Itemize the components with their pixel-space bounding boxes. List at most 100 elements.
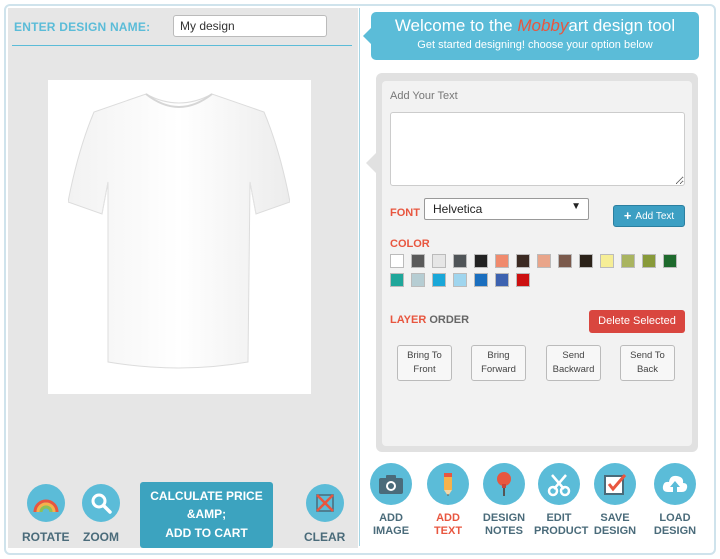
text-editor-panel: Add Your Text FONT Helvetica ▼ + Add Tex… <box>366 73 698 452</box>
color-swatch[interactable] <box>663 254 677 268</box>
design-notes-label: DESIGN NOTES <box>479 512 529 538</box>
text-input-area[interactable] <box>390 112 685 186</box>
layer-label-part2: ORDER <box>426 314 470 326</box>
bring-forward-line2: Forward <box>481 364 516 375</box>
send-to-back-line1: Send To <box>630 350 665 361</box>
color-swatch[interactable] <box>474 254 488 268</box>
add-image-button[interactable]: ADD IMAGE <box>366 463 416 538</box>
brand-name: Mobby <box>517 16 569 35</box>
rotate-button[interactable]: ROTATE <box>22 484 70 544</box>
divider-line <box>12 45 352 46</box>
color-swatch[interactable] <box>642 254 656 268</box>
color-swatch[interactable] <box>474 273 488 287</box>
layer-label-part1: LAYER <box>390 314 427 326</box>
welcome-title-post: art design tool <box>568 16 676 35</box>
load-design-label-2: DESIGN <box>653 525 697 537</box>
color-swatch[interactable] <box>495 254 509 268</box>
color-swatch[interactable] <box>453 273 467 287</box>
design-notes-label-1: DESIGN <box>482 512 526 524</box>
font-label: FONT <box>390 207 420 219</box>
welcome-banner: Welcome to the Mobbyart design tool Get … <box>363 12 699 60</box>
zoom-label: ZOOM <box>83 530 119 544</box>
send-backward-line2: Backward <box>552 364 595 375</box>
font-selected-value: Helvetica <box>433 202 483 216</box>
add-text-tool-label-2: TEXT <box>433 525 463 537</box>
color-swatch[interactable] <box>453 254 467 268</box>
welcome-title-pre: Welcome to the <box>394 16 518 35</box>
color-swatch[interactable] <box>516 273 530 287</box>
rotate-icon <box>26 484 65 522</box>
design-canvas[interactable] <box>48 80 311 394</box>
add-text-button-label: Add Text <box>635 210 675 222</box>
text-editor-body: Add Your Text FONT Helvetica ▼ + Add Tex… <box>382 81 692 446</box>
bring-forward-button[interactable]: Bring Forward <box>471 345 526 381</box>
design-notes-button[interactable]: DESIGN NOTES <box>479 463 529 538</box>
color-swatch[interactable] <box>537 254 551 268</box>
clear-label: CLEAR <box>304 530 346 544</box>
add-text-tool-button[interactable]: ADD TEXT <box>423 463 473 538</box>
tshirt-image <box>68 93 290 369</box>
design-notes-label-2: NOTES <box>485 525 523 537</box>
color-label: COLOR <box>390 238 430 250</box>
pencil-icon <box>427 463 469 505</box>
cloud-upload-icon <box>654 463 696 505</box>
pushpin-icon <box>483 463 525 505</box>
add-text-button[interactable]: + Add Text <box>613 205 685 227</box>
save-design-label: SAVE DESIGN <box>590 512 640 538</box>
load-design-label: LOAD DESIGN <box>650 512 700 538</box>
color-swatch[interactable] <box>621 254 635 268</box>
design-canvas-panel: ENTER DESIGN NAME: ROTATE <box>8 8 358 548</box>
bring-to-front-line2: Front <box>413 364 436 375</box>
add-image-label-2: IMAGE <box>372 525 410 537</box>
dropdown-arrow-icon: ▼ <box>571 201 581 212</box>
save-design-button[interactable]: SAVE DESIGN <box>590 463 640 538</box>
load-design-button[interactable]: LOAD DESIGN <box>650 463 700 538</box>
welcome-subtitle: Get started designing! choose your optio… <box>417 39 653 51</box>
magnifier-icon <box>82 484 120 522</box>
color-swatch[interactable] <box>516 254 530 268</box>
add-image-label: ADD IMAGE <box>366 512 416 538</box>
bring-to-front-button[interactable]: Bring To Front <box>397 345 452 381</box>
edit-product-label-1: EDIT <box>546 512 572 524</box>
rotate-label: ROTATE <box>22 530 70 544</box>
color-swatch[interactable] <box>432 273 446 287</box>
color-swatch[interactable] <box>390 273 404 287</box>
color-swatch[interactable] <box>411 273 425 287</box>
calc-line-3: ADD TO CART <box>165 526 248 540</box>
color-swatch[interactable] <box>579 254 593 268</box>
checkbox-icon <box>594 463 636 505</box>
clear-button[interactable]: CLEAR <box>304 484 345 544</box>
load-design-label-1: LOAD <box>659 512 691 524</box>
design-name-label: ENTER DESIGN NAME: <box>14 20 151 34</box>
edit-product-label: EDIT PRODUCT <box>534 512 589 538</box>
add-image-label-1: ADD <box>379 512 403 524</box>
edit-product-label-2: PRODUCT <box>534 525 589 537</box>
zoom-button[interactable]: ZOOM <box>82 484 120 544</box>
add-text-label: Add Your Text <box>390 90 458 102</box>
panel-divider <box>359 8 360 546</box>
calculate-price-add-to-cart-button[interactable]: CALCULATE PRICE &AMP; ADD TO CART <box>140 482 273 548</box>
save-design-label-2: DESIGN <box>593 525 637 537</box>
color-swatch[interactable] <box>432 254 446 268</box>
delete-selected-button[interactable]: Delete Selected <box>589 310 685 333</box>
font-select[interactable]: Helvetica ▼ <box>424 198 589 220</box>
color-swatch[interactable] <box>558 254 572 268</box>
color-swatch[interactable] <box>390 254 404 268</box>
add-text-tool-label: ADD TEXT <box>423 512 473 538</box>
welcome-title: Welcome to the Mobbyart design tool <box>371 16 699 36</box>
design-name-input[interactable] <box>173 15 327 37</box>
send-backward-button[interactable]: Send Backward <box>546 345 601 381</box>
color-swatch[interactable] <box>600 254 614 268</box>
send-to-back-button[interactable]: Send To Back <box>620 345 675 381</box>
save-design-label-1: SAVE <box>600 512 630 524</box>
plus-icon: + <box>623 208 632 223</box>
send-to-back-line2: Back <box>636 364 659 375</box>
bring-to-front-line1: Bring To <box>407 350 442 361</box>
add-text-tool-label-1: ADD <box>436 512 460 524</box>
calc-line-1: CALCULATE PRICE <box>150 489 263 503</box>
edit-product-button[interactable]: EDIT PRODUCT <box>534 463 589 538</box>
clear-icon <box>305 484 344 522</box>
color-swatch[interactable] <box>495 273 509 287</box>
color-swatch[interactable] <box>411 254 425 268</box>
scissors-icon <box>538 463 580 505</box>
